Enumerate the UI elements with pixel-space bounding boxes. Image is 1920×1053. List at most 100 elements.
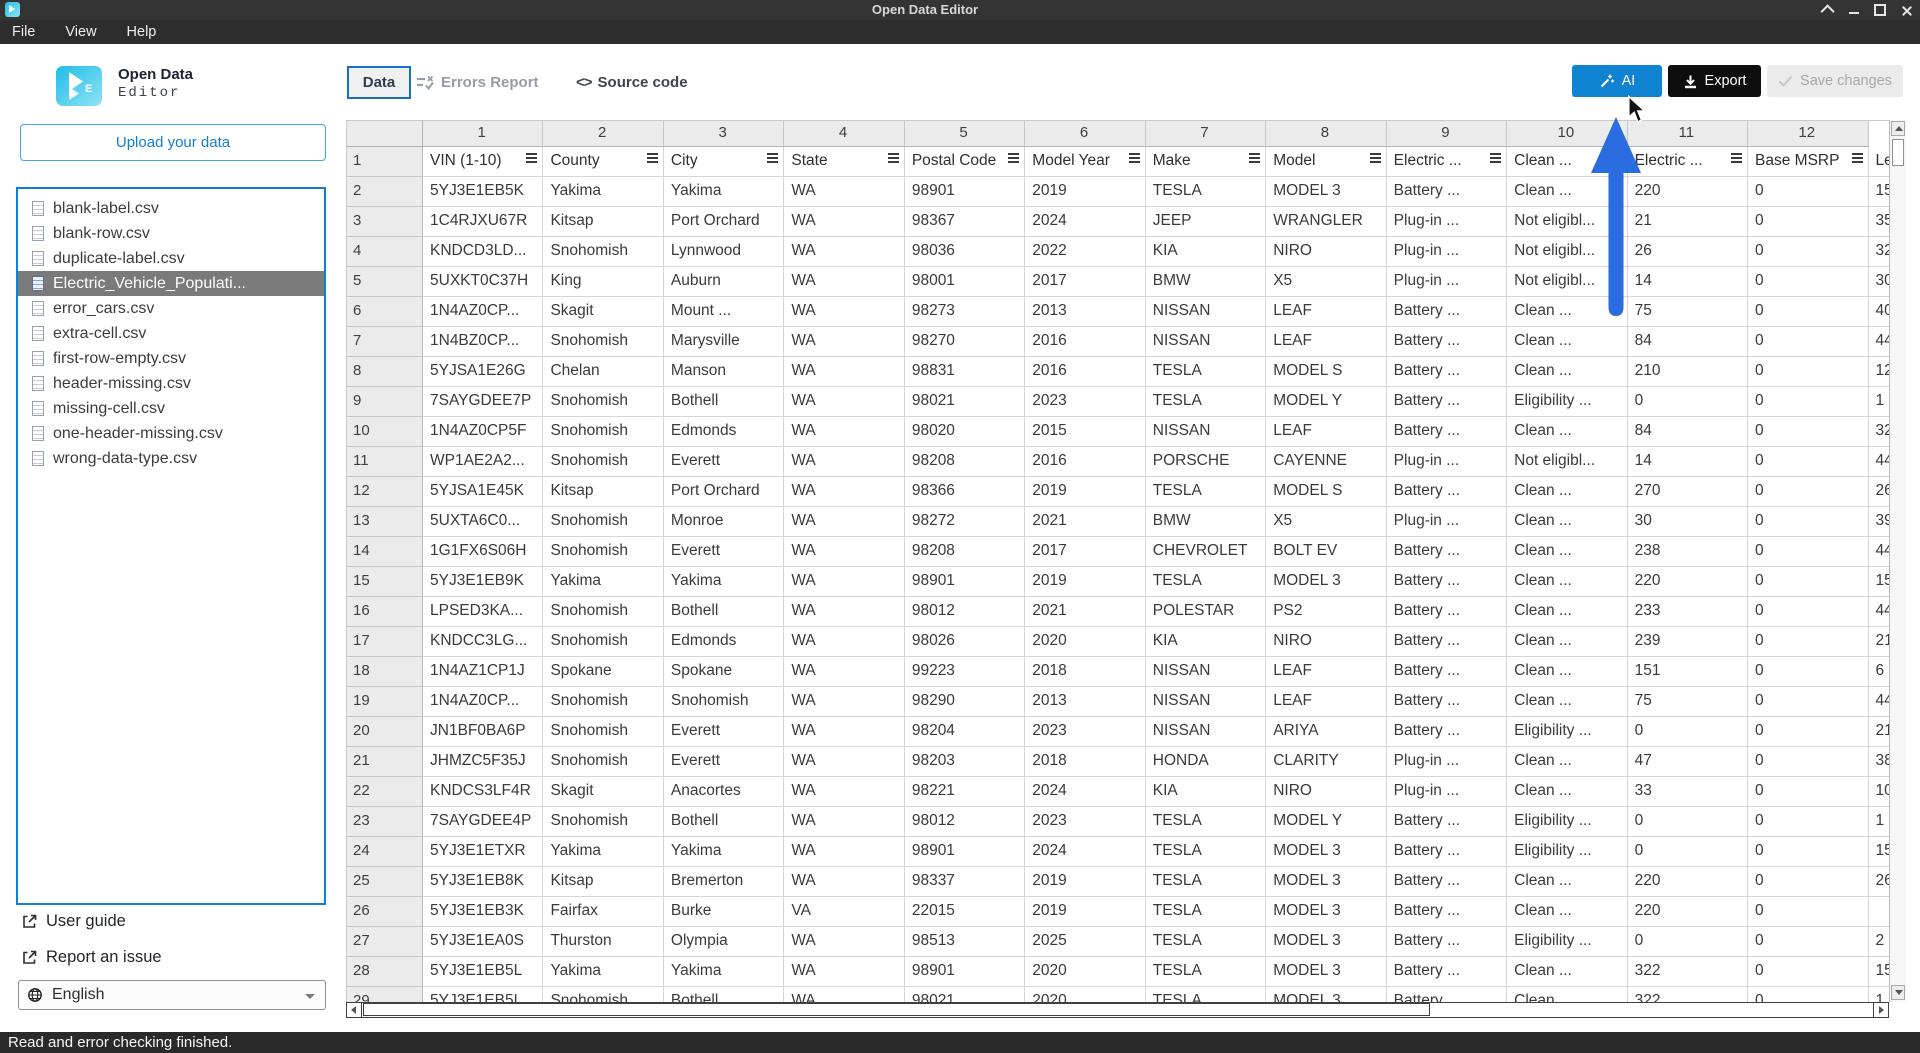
table-cell[interactable]: Battery ... — [1387, 297, 1507, 327]
row-number-cell[interactable]: 1 — [347, 147, 423, 177]
table-cell[interactable]: WA — [784, 447, 904, 477]
table-cell[interactable]: TESLA — [1146, 927, 1266, 957]
table-cell[interactable]: 1 — [1869, 807, 1889, 837]
table-cell[interactable]: Plug-in ... — [1387, 747, 1507, 777]
table-cell[interactable]: WA — [784, 567, 904, 597]
table-cell[interactable]: 2015 — [1025, 417, 1145, 447]
file-list-item[interactable]: error_cars.csv — [18, 296, 324, 321]
column-number-header[interactable]: 12 — [1748, 121, 1868, 147]
field-name-cell[interactable]: County — [543, 147, 663, 177]
table-cell[interactable]: 2019 — [1025, 897, 1145, 927]
export-button[interactable]: Export — [1668, 65, 1761, 97]
table-cell[interactable]: 2022 — [1025, 237, 1145, 267]
menu-help[interactable]: Help — [127, 24, 157, 40]
table-cell[interactable]: King — [543, 267, 663, 297]
table-cell[interactable]: 5YJ3E1EB5L — [423, 957, 543, 987]
table-cell[interactable]: Snohomish — [543, 987, 663, 1002]
table-cell[interactable]: WA — [784, 537, 904, 567]
table-cell[interactable]: Snohomish — [543, 237, 663, 267]
table-cell[interactable]: 98273 — [905, 297, 1025, 327]
table-cell[interactable]: 5YJSA1E45K — [423, 477, 543, 507]
table-cell[interactable]: KNDCC3LG... — [423, 627, 543, 657]
table-cell[interactable]: Clean ... — [1507, 957, 1627, 987]
row-number-cell[interactable]: 11 — [347, 447, 423, 477]
table-cell[interactable]: Fairfax — [543, 897, 663, 927]
table-cell[interactable]: 0 — [1748, 537, 1868, 567]
field-name-cell[interactable]: Postal Code — [905, 147, 1025, 177]
table-cell[interactable]: 1G1FX6S06H — [423, 537, 543, 567]
table-cell[interactable]: 39 — [1869, 507, 1889, 537]
table-cell[interactable]: 0 — [1748, 987, 1868, 1002]
table-cell[interactable]: Clean ... — [1507, 687, 1627, 717]
table-cell[interactable]: 0 — [1748, 507, 1868, 537]
column-number-header[interactable]: 7 — [1146, 121, 1266, 147]
table-cell[interactable]: NIRO — [1266, 777, 1386, 807]
table-cell[interactable]: 98901 — [905, 177, 1025, 207]
table-cell[interactable]: KNDCD3LD... — [423, 237, 543, 267]
column-number-header[interactable]: 4 — [784, 121, 904, 147]
table-cell[interactable]: 0 — [1748, 657, 1868, 687]
column-menu-icon[interactable] — [1370, 153, 1381, 155]
table-cell[interactable]: 5YJ3E1EB9K — [423, 567, 543, 597]
table-cell[interactable]: WA — [784, 687, 904, 717]
table-cell[interactable]: Yakima — [543, 837, 663, 867]
table-cell[interactable]: LEAF — [1266, 687, 1386, 717]
row-number-cell[interactable]: 17 — [347, 627, 423, 657]
table-cell[interactable]: 0 — [1748, 687, 1868, 717]
table-cell[interactable]: 0 — [1748, 897, 1868, 927]
table-cell[interactable]: 0 — [1748, 807, 1868, 837]
row-number-cell[interactable]: 5 — [347, 267, 423, 297]
table-cell[interactable]: 32 — [1869, 237, 1889, 267]
table-cell[interactable]: Skagit — [543, 777, 663, 807]
table-cell[interactable]: Yakima — [664, 837, 784, 867]
table-cell[interactable]: 5YJ3E1EB5K — [423, 177, 543, 207]
table-cell[interactable]: Everett — [664, 747, 784, 777]
table-cell[interactable]: 40 — [1869, 297, 1889, 327]
table-cell[interactable]: 0 — [1628, 717, 1748, 747]
table-cell[interactable]: 0 — [1628, 837, 1748, 867]
table-cell[interactable]: 5YJ3E1ETXR — [423, 837, 543, 867]
table-cell[interactable]: Battery ... — [1387, 807, 1507, 837]
table-cell[interactable]: Clean ... — [1507, 777, 1627, 807]
table-cell[interactable]: WA — [784, 957, 904, 987]
table-cell[interactable]: 84 — [1628, 327, 1748, 357]
table-cell[interactable]: 0 — [1748, 627, 1868, 657]
table-cell[interactable]: 2020 — [1025, 957, 1145, 987]
table-cell[interactable]: WA — [784, 747, 904, 777]
table-cell[interactable]: Clean ... — [1507, 627, 1627, 657]
ai-button[interactable]: AI — [1572, 65, 1662, 97]
table-cell[interactable]: Clean ... — [1507, 477, 1627, 507]
table-cell[interactable]: WA — [784, 717, 904, 747]
table-cell[interactable]: TESLA — [1146, 387, 1266, 417]
table-cell[interactable]: 0 — [1748, 387, 1868, 417]
table-cell[interactable]: Clean ... — [1507, 417, 1627, 447]
save-changes-button[interactable]: Save changes — [1767, 65, 1903, 97]
table-cell[interactable]: MODEL S — [1266, 357, 1386, 387]
row-number-cell[interactable]: 10 — [347, 417, 423, 447]
table-cell[interactable]: NIRO — [1266, 627, 1386, 657]
table-cell[interactable]: WA — [784, 357, 904, 387]
table-cell[interactable]: Battery ... — [1387, 987, 1507, 1002]
table-cell[interactable]: 7SAYGDEE7P — [423, 387, 543, 417]
table-cell[interactable]: Snohomish — [543, 327, 663, 357]
file-list-item[interactable]: missing-cell.csv — [18, 396, 324, 421]
file-list-item-selected[interactable]: Electric_Vehicle_Populati... — [18, 271, 324, 296]
table-cell[interactable]: 0 — [1748, 207, 1868, 237]
table-cell[interactable]: 2023 — [1025, 387, 1145, 417]
table-cell[interactable]: 15 — [1869, 957, 1889, 987]
column-number-header[interactable]: 9 — [1387, 121, 1507, 147]
table-cell[interactable]: 7SAYGDEE4P — [423, 807, 543, 837]
column-number-header[interactable]: 5 — [905, 121, 1025, 147]
row-number-cell[interactable]: 6 — [347, 297, 423, 327]
table-cell[interactable]: Yakima — [664, 957, 784, 987]
tab-errors-report[interactable]: Errors Report — [416, 66, 539, 99]
table-cell[interactable]: 98513 — [905, 927, 1025, 957]
table-cell[interactable]: 322 — [1628, 987, 1748, 1002]
field-name-cell[interactable]: Le — [1869, 147, 1889, 177]
field-name-cell[interactable]: VIN (1-10) — [423, 147, 543, 177]
table-cell[interactable]: 220 — [1628, 567, 1748, 597]
table-cell[interactable]: 10 — [1869, 777, 1889, 807]
horizontal-scroll-thumb[interactable] — [363, 1003, 1430, 1016]
table-cell[interactable]: Clean ... — [1507, 657, 1627, 687]
table-cell[interactable]: Clean ... — [1507, 747, 1627, 777]
